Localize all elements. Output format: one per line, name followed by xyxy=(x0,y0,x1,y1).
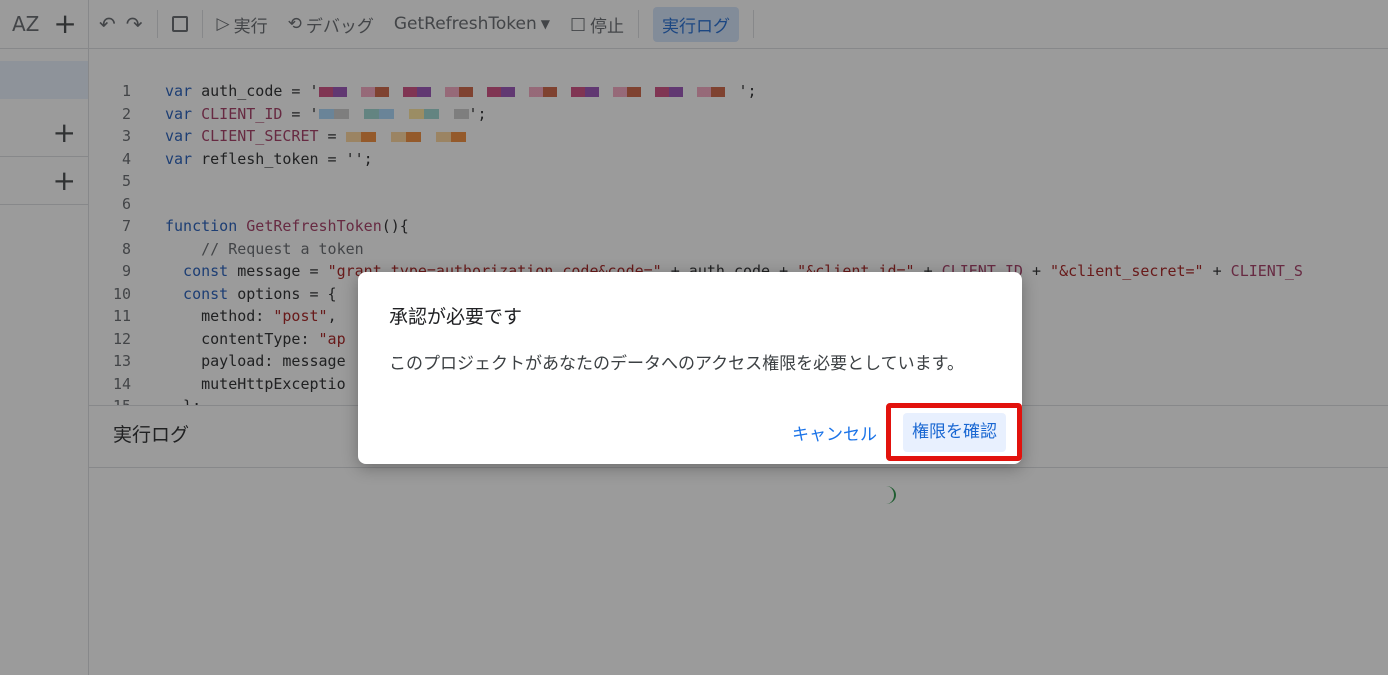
dialog-message: このプロジェクトがあなたのデータへのアクセス権限を必要としています。 xyxy=(389,354,964,374)
dialog-title: 承認が必要です xyxy=(389,306,523,328)
annotation-highlight-box xyxy=(886,403,1022,461)
cancel-button[interactable]: キャンセル xyxy=(792,420,877,445)
